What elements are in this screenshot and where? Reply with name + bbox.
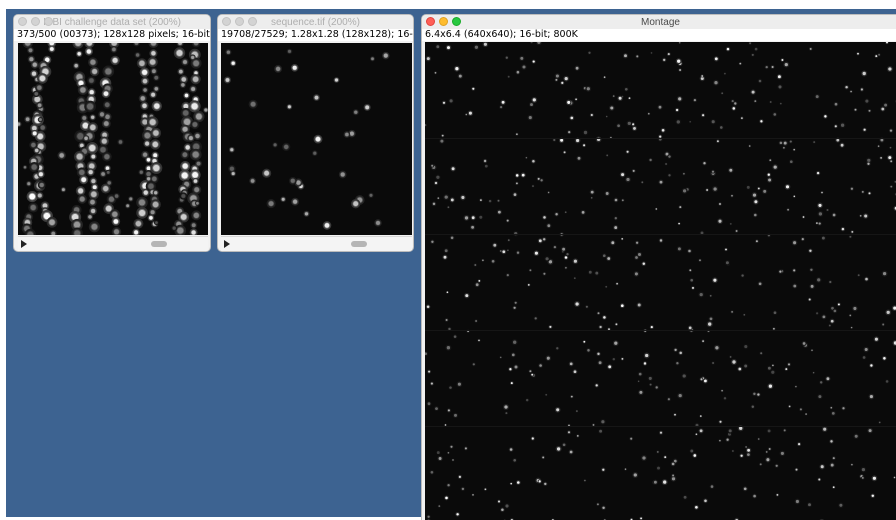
window-title: Montage (641, 17, 680, 28)
play-icon[interactable] (21, 240, 27, 248)
window-title: ISBI challenge data set (200%) (43, 17, 181, 28)
minimize-icon[interactable] (31, 17, 40, 26)
window-title: sequence.tif (200%) (271, 17, 360, 28)
minimize-icon[interactable] (235, 17, 244, 26)
montage-image-window[interactable]: Montage 6.4x6.4 (640x640); 16-bit; 800K (421, 14, 896, 520)
isbi-image-window[interactable]: ISBI challenge data set (200%) 373/500 (… (13, 14, 211, 252)
minimize-icon[interactable] (439, 17, 448, 26)
image-info-bar: 373/500 (00373); 128x128 pixels; 16-bit (14, 29, 210, 41)
zoom-icon[interactable] (44, 17, 53, 26)
zoom-icon[interactable] (248, 17, 257, 26)
close-icon[interactable] (426, 17, 435, 26)
montage-image-canvas[interactable] (425, 42, 896, 520)
image-info-bar: 19708/27529; 1.28x1.28 (128x128); 16- (218, 29, 413, 41)
play-icon[interactable] (224, 240, 230, 248)
close-icon[interactable] (18, 17, 27, 26)
zoom-icon[interactable] (452, 17, 461, 26)
isbi-titlebar[interactable]: ISBI challenge data set (200%) (14, 15, 210, 29)
sequence-titlebar[interactable]: sequence.tif (200%) (218, 15, 413, 29)
scroll-thumb[interactable] (151, 241, 167, 247)
montage-titlebar[interactable]: Montage (422, 15, 896, 29)
isbi-image-canvas[interactable] (18, 43, 208, 235)
stack-scrollbar[interactable] (221, 236, 412, 251)
sequence-image-window[interactable]: sequence.tif (200%) 19708/27529; 1.28x1.… (217, 14, 414, 252)
sequence-image-canvas[interactable] (221, 43, 412, 235)
scroll-thumb[interactable] (351, 241, 367, 247)
stack-scrollbar[interactable] (18, 236, 208, 251)
close-icon[interactable] (222, 17, 231, 26)
image-info-bar: 6.4x6.4 (640x640); 16-bit; 800K (422, 29, 896, 41)
